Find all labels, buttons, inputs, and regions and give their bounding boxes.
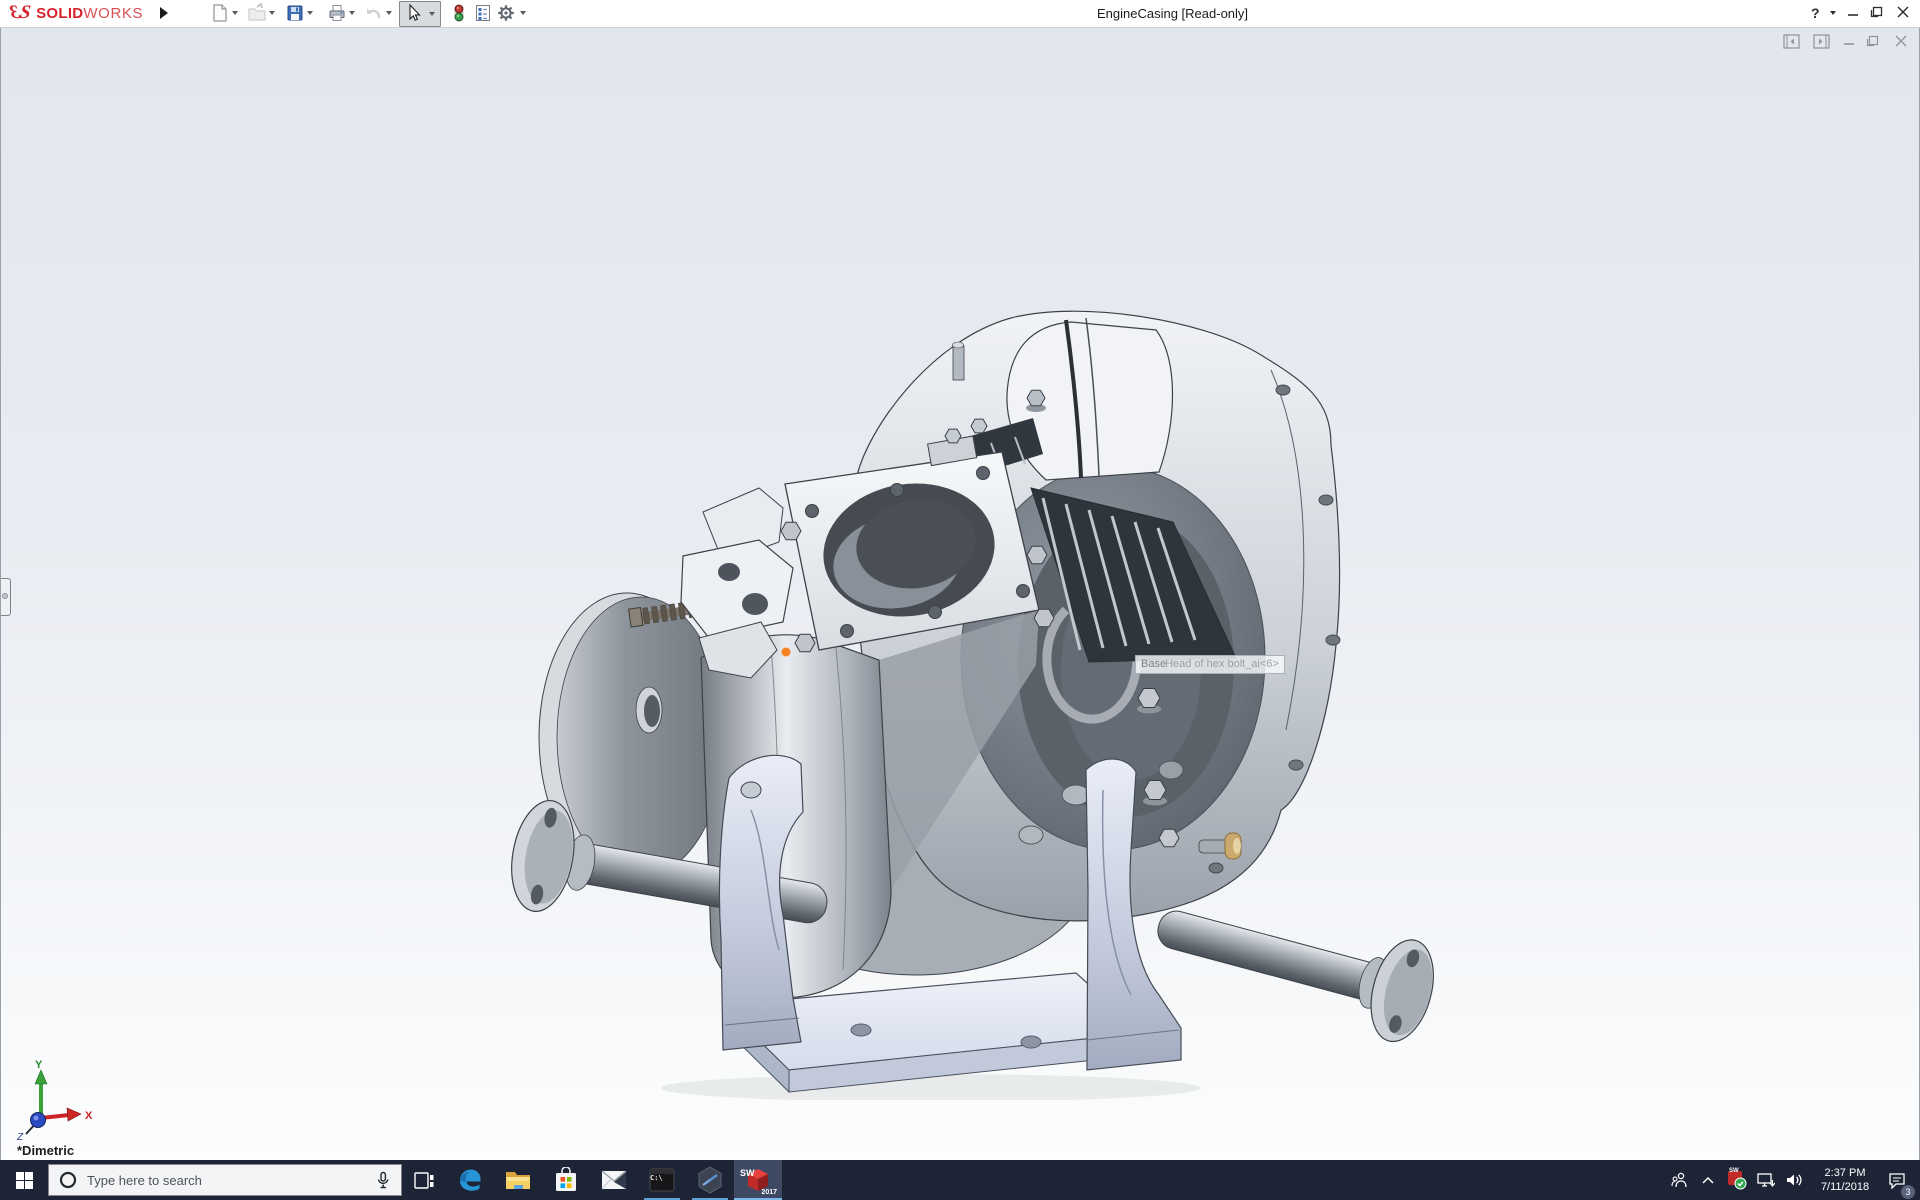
task-view-icon [414, 1172, 434, 1189]
triad-y-label: Y [35, 1059, 43, 1071]
hidden-icons-chevron-icon[interactable] [1697, 1165, 1719, 1195]
rebuild-traffic-light-icon[interactable] [449, 3, 469, 23]
select-tool-button[interactable] [399, 1, 441, 27]
windows-taskbar: C:\ SW 2017 SW [0, 1160, 1920, 1200]
engine-casing-model[interactable] [331, 250, 1501, 1100]
minimize-window-icon[interactable] [1846, 4, 1860, 20]
solidworks-logo: 3SSOLIDWORKS [10, 0, 143, 26]
print-dropdown[interactable] [349, 11, 355, 15]
start-button[interactable] [0, 1160, 48, 1200]
taskbar-app-solidworks[interactable]: SW 2017 [734, 1160, 782, 1200]
help-dropdown[interactable] [1830, 11, 1836, 15]
people-icon[interactable] [1668, 1165, 1690, 1195]
window-title: EngineCasing [Read-only] [1097, 6, 1248, 21]
left-pane-toggle-icon[interactable] [1783, 34, 1800, 49]
help-icon[interactable]: ? [1811, 5, 1820, 21]
network-icon[interactable] [1755, 1165, 1777, 1195]
feature-manager-collapsed-tab[interactable] [1, 578, 11, 616]
title-bar: 3SSOLIDWORKS EngineCasing [Read-only] ? [0, 0, 1920, 28]
open-icon[interactable] [247, 3, 267, 23]
microsoft-store-icon [554, 1167, 578, 1193]
hover-highlight-dot [782, 648, 791, 657]
select-dropdown[interactable] [429, 12, 435, 16]
volume-icon[interactable] [1784, 1165, 1806, 1195]
close-window-icon[interactable] [1896, 4, 1910, 20]
undo-dropdown[interactable] [386, 11, 392, 15]
panel-tab-handle-icon [2, 593, 8, 599]
options-dropdown[interactable] [520, 11, 526, 15]
select-cursor-icon [403, 3, 423, 23]
taskbar-app-store[interactable] [542, 1160, 590, 1200]
right-pane-toggle-icon[interactable] [1813, 34, 1830, 49]
doc-minimize-icon[interactable] [1842, 34, 1856, 49]
task-view-button[interactable] [402, 1160, 446, 1200]
edge-icon [457, 1167, 483, 1193]
action-center-icon[interactable]: 3 [1884, 1165, 1910, 1195]
tooltip-overlap-text: Base [1141, 658, 1166, 670]
file-explorer-icon [505, 1169, 531, 1191]
taskbar-app-edge[interactable] [446, 1160, 494, 1200]
taskbar-clock[interactable]: 2:37 PM 7/11/2018 [1813, 1166, 1877, 1194]
open-dropdown[interactable] [269, 11, 275, 15]
solidworks-resource-monitor-icon[interactable]: SW [1726, 1165, 1748, 1195]
menu-flyout-arrow-icon[interactable] [160, 7, 168, 19]
new-document-icon[interactable] [210, 3, 230, 23]
notification-count-badge: 3 [1901, 1185, 1915, 1199]
file-properties-icon[interactable] [473, 3, 493, 23]
windows-logo-icon [16, 1172, 33, 1189]
undo-icon[interactable] [364, 3, 384, 23]
clock-date: 7/11/2018 [1813, 1180, 1877, 1194]
view-orientation-label: *Dimetric [17, 1143, 74, 1158]
tooltip-text: Head of hex bolt_ai<6> [1165, 658, 1279, 670]
mail-icon [601, 1170, 627, 1190]
system-tray: SW 2:37 PM 7/11/2018 3 [1668, 1160, 1920, 1200]
orientation-triad: Y X Z [11, 1056, 103, 1144]
tray-sw-letters: SW [1729, 1168, 1739, 1174]
microphone-icon[interactable] [375, 1171, 391, 1189]
solidworks-app-window: 3SSOLIDWORKS EngineCasing [Read-only] ? [0, 0, 1920, 1200]
clock-time: 2:37 PM [1813, 1166, 1877, 1180]
graphics-viewport[interactable]: BaseHead of hex bolt_ai<6> Y X Z *Dimetr… [0, 28, 1920, 1160]
triad-z-label: Z [16, 1132, 24, 1143]
save-icon[interactable] [285, 3, 305, 23]
new-document-dropdown[interactable] [232, 11, 238, 15]
taskbar-app-edrawings[interactable] [686, 1160, 734, 1200]
cmd-icon-text: C:\ [650, 1174, 663, 1182]
print-icon[interactable] [327, 3, 347, 23]
restore-window-icon[interactable] [1869, 4, 1884, 20]
taskbar-app-file-explorer[interactable] [494, 1160, 542, 1200]
edrawings-icon [697, 1166, 723, 1194]
component-tooltip: BaseHead of hex bolt_ai<6> [1135, 655, 1285, 674]
doc-restore-icon[interactable] [1865, 34, 1880, 49]
sw-icon-year: 2017 [761, 1189, 777, 1196]
cortana-icon [59, 1171, 77, 1189]
save-dropdown[interactable] [307, 11, 313, 15]
taskbar-app-mail[interactable] [590, 1160, 638, 1200]
doc-close-icon[interactable] [1894, 34, 1908, 49]
sw-icon-letters: SW [740, 1168, 755, 1178]
options-gear-icon[interactable] [496, 3, 516, 23]
taskbar-search[interactable] [48, 1164, 402, 1196]
triad-x-label: X [85, 1110, 93, 1122]
search-input[interactable] [85, 1172, 375, 1189]
taskbar-app-command-prompt[interactable]: C:\ [638, 1160, 686, 1200]
